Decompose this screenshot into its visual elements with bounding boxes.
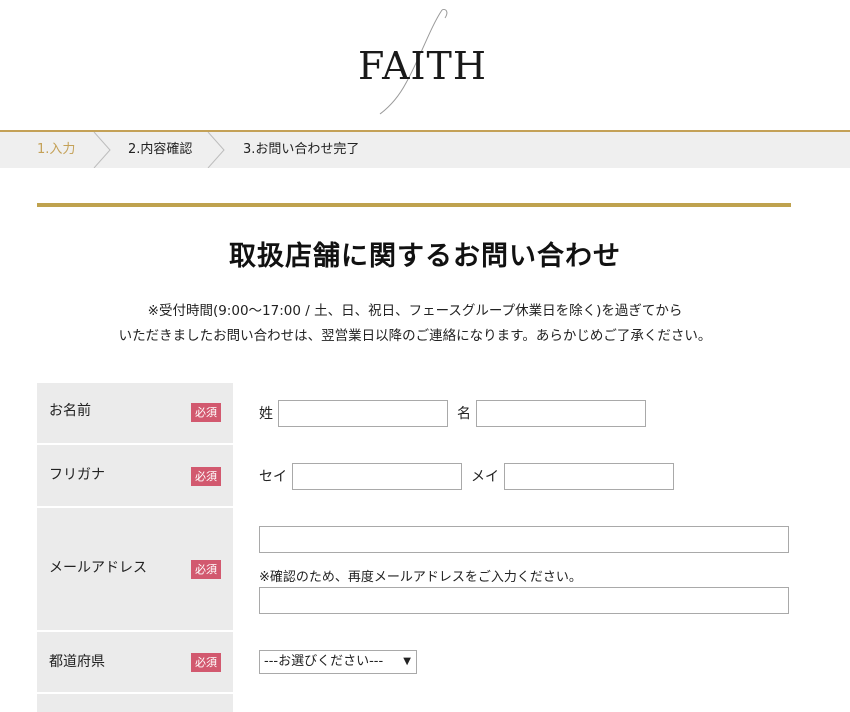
gold-divider	[37, 203, 791, 207]
logo-wordmark: FAITH	[358, 44, 488, 88]
email-confirm-hint: ※確認のため、再度メールアドレスをご入力ください。	[259, 570, 582, 585]
field-label-cell: メールアドレス 必須	[37, 508, 233, 630]
field-value-cell: 姓 名	[233, 383, 791, 443]
email-label: メールアドレス	[49, 560, 147, 576]
email-input[interactable]	[259, 526, 789, 553]
first-name-label: 名	[457, 406, 471, 422]
form-row-prefecture: 都道府県 必須 ---お選びください--- ▼	[37, 632, 791, 694]
required-badge: 必須	[191, 403, 221, 422]
form-row-name: お名前 必須 姓 名	[37, 383, 791, 445]
prefecture-selected-value: ---お選びください---	[264, 654, 384, 669]
field-label-cell: 都道府県 必須	[37, 632, 233, 692]
progress-steps: 1.入力 2.内容確認 3.お問い合わせ完了	[0, 130, 850, 168]
name-label: お名前	[49, 403, 91, 419]
site-header: FAITH	[0, 0, 850, 130]
first-kana-label: メイ	[471, 469, 499, 485]
last-name-input[interactable]	[278, 400, 448, 427]
step-chevron-icon	[207, 132, 225, 168]
first-name-input[interactable]	[476, 400, 646, 427]
notice-line-1: ※受付時間(9:00～17:00 / 土、日、祝日、フェースグループ休業日を除く…	[147, 303, 683, 319]
last-kana-input[interactable]	[292, 463, 462, 490]
required-badge: 必須	[191, 653, 221, 672]
field-value-cell	[233, 694, 791, 712]
field-value-cell: ※確認のため、再度メールアドレスをご入力ください。	[233, 508, 791, 630]
field-label-cell: フリガナ 必須	[37, 445, 233, 506]
last-kana-label: セイ	[259, 469, 287, 485]
field-value-cell: セイ メイ	[233, 445, 791, 506]
field-value-cell: ---お選びください--- ▼	[233, 632, 791, 692]
page-title: 取扱店舗に関するお問い合わせ	[229, 241, 621, 272]
step-chevron-icon	[93, 132, 111, 168]
dropdown-arrow-icon: ▼	[403, 656, 411, 667]
step-confirm: 2.内容確認	[128, 142, 193, 157]
prefecture-select[interactable]: ---お選びください--- ▼	[259, 650, 417, 674]
field-label-cell: お名前 必須	[37, 383, 233, 443]
furigana-label: フリガナ	[49, 467, 105, 483]
email-confirm-input[interactable]	[259, 587, 789, 614]
field-label-cell	[37, 694, 233, 712]
step-input: 1.入力	[37, 142, 76, 157]
step-complete: 3.お問い合わせ完了	[243, 142, 360, 157]
notice-line-2: いただきましたお問い合わせは、翌営業日以降のご連絡になります。あらかじめご了承く…	[118, 328, 712, 344]
required-badge: 必須	[191, 560, 221, 579]
prefecture-label: 都道府県	[49, 654, 105, 670]
form-row-furigana: フリガナ 必須 セイ メイ	[37, 445, 791, 508]
required-badge: 必須	[191, 467, 221, 486]
last-name-label: 姓	[259, 406, 273, 422]
brand-logo[interactable]: FAITH	[350, 8, 486, 116]
first-kana-input[interactable]	[504, 463, 674, 490]
form-row-email: メールアドレス 必須 ※確認のため、再度メールアドレスをご入力ください。	[37, 508, 791, 632]
form-row-next	[37, 694, 791, 712]
